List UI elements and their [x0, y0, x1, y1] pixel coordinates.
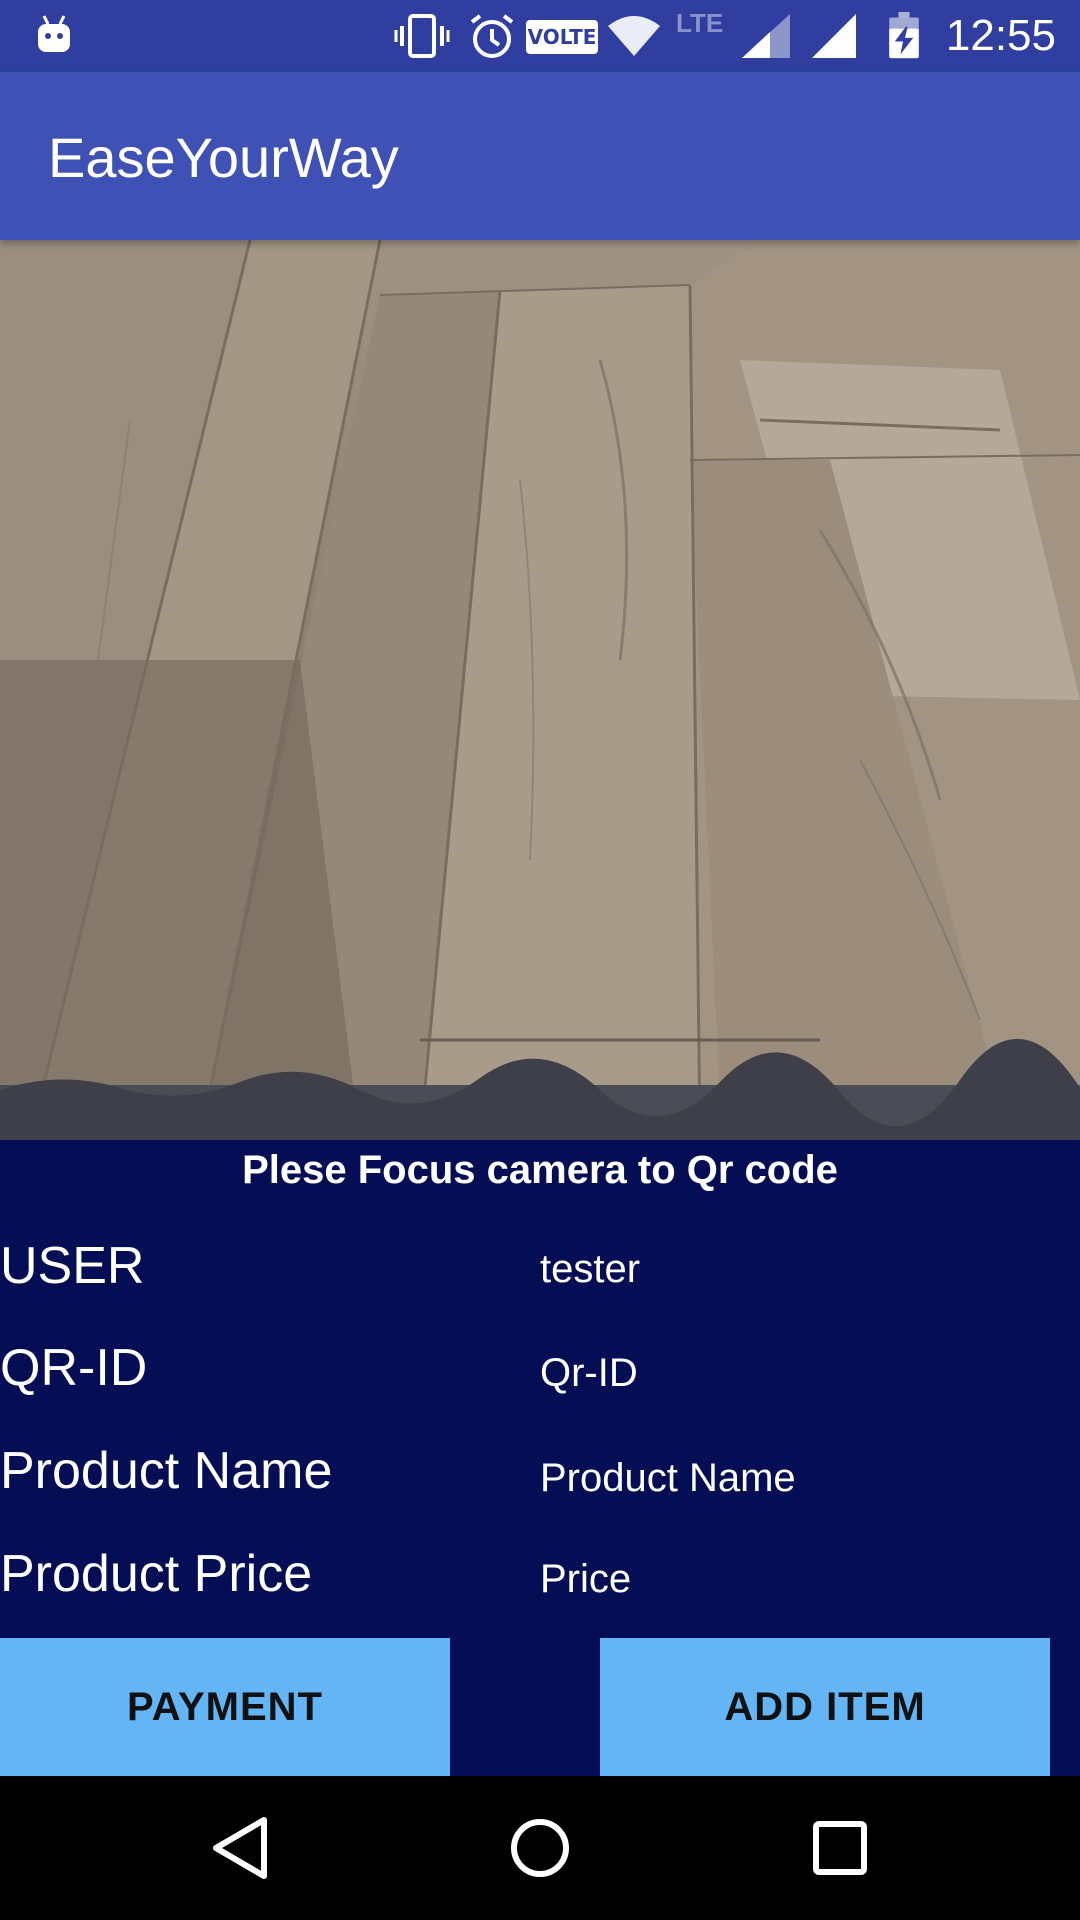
status-bar: VOLTE LTE 12:55 — [0, 0, 1080, 72]
back-icon[interactable] — [198, 1806, 282, 1890]
alarm-icon — [470, 14, 514, 58]
camera-frame — [0, 240, 1080, 1140]
camera-preview[interactable] — [0, 240, 1080, 1140]
scan-instruction: Plese Focus camera to Qr code — [242, 1148, 838, 1192]
recents-icon[interactable] — [798, 1806, 882, 1890]
signal-icon — [742, 14, 790, 58]
wifi-icon — [608, 16, 660, 56]
add-item-button[interactable]: ADD ITEM — [600, 1638, 1050, 1776]
lte-icon: LTE — [676, 8, 724, 38]
product-price-label: Product Price — [0, 1545, 313, 1603]
app-bar: EaseYourWay — [0, 72, 1080, 240]
qr-id-label: QR-ID — [0, 1339, 148, 1397]
user-value: tester — [540, 1247, 641, 1291]
navigation-bar — [0, 1776, 1080, 1920]
android-notification-icon — [38, 15, 70, 52]
product-name-value: Product Name — [540, 1456, 796, 1500]
battery-charging-icon — [889, 12, 919, 59]
home-icon[interactable] — [498, 1806, 582, 1890]
app-title: EaseYourWay — [48, 126, 399, 189]
payment-button[interactable]: PAYMENT — [0, 1638, 450, 1776]
qr-id-value: Qr-ID — [540, 1351, 638, 1395]
product-name-label: Product Name — [0, 1442, 333, 1500]
clock: 12:55 — [945, 11, 1056, 60]
vibrate-icon — [394, 14, 450, 58]
user-label: USER — [0, 1237, 145, 1295]
volte-icon: VOLTE — [526, 20, 598, 54]
signal-icon — [812, 14, 856, 58]
product-price-value: Price — [540, 1557, 632, 1601]
